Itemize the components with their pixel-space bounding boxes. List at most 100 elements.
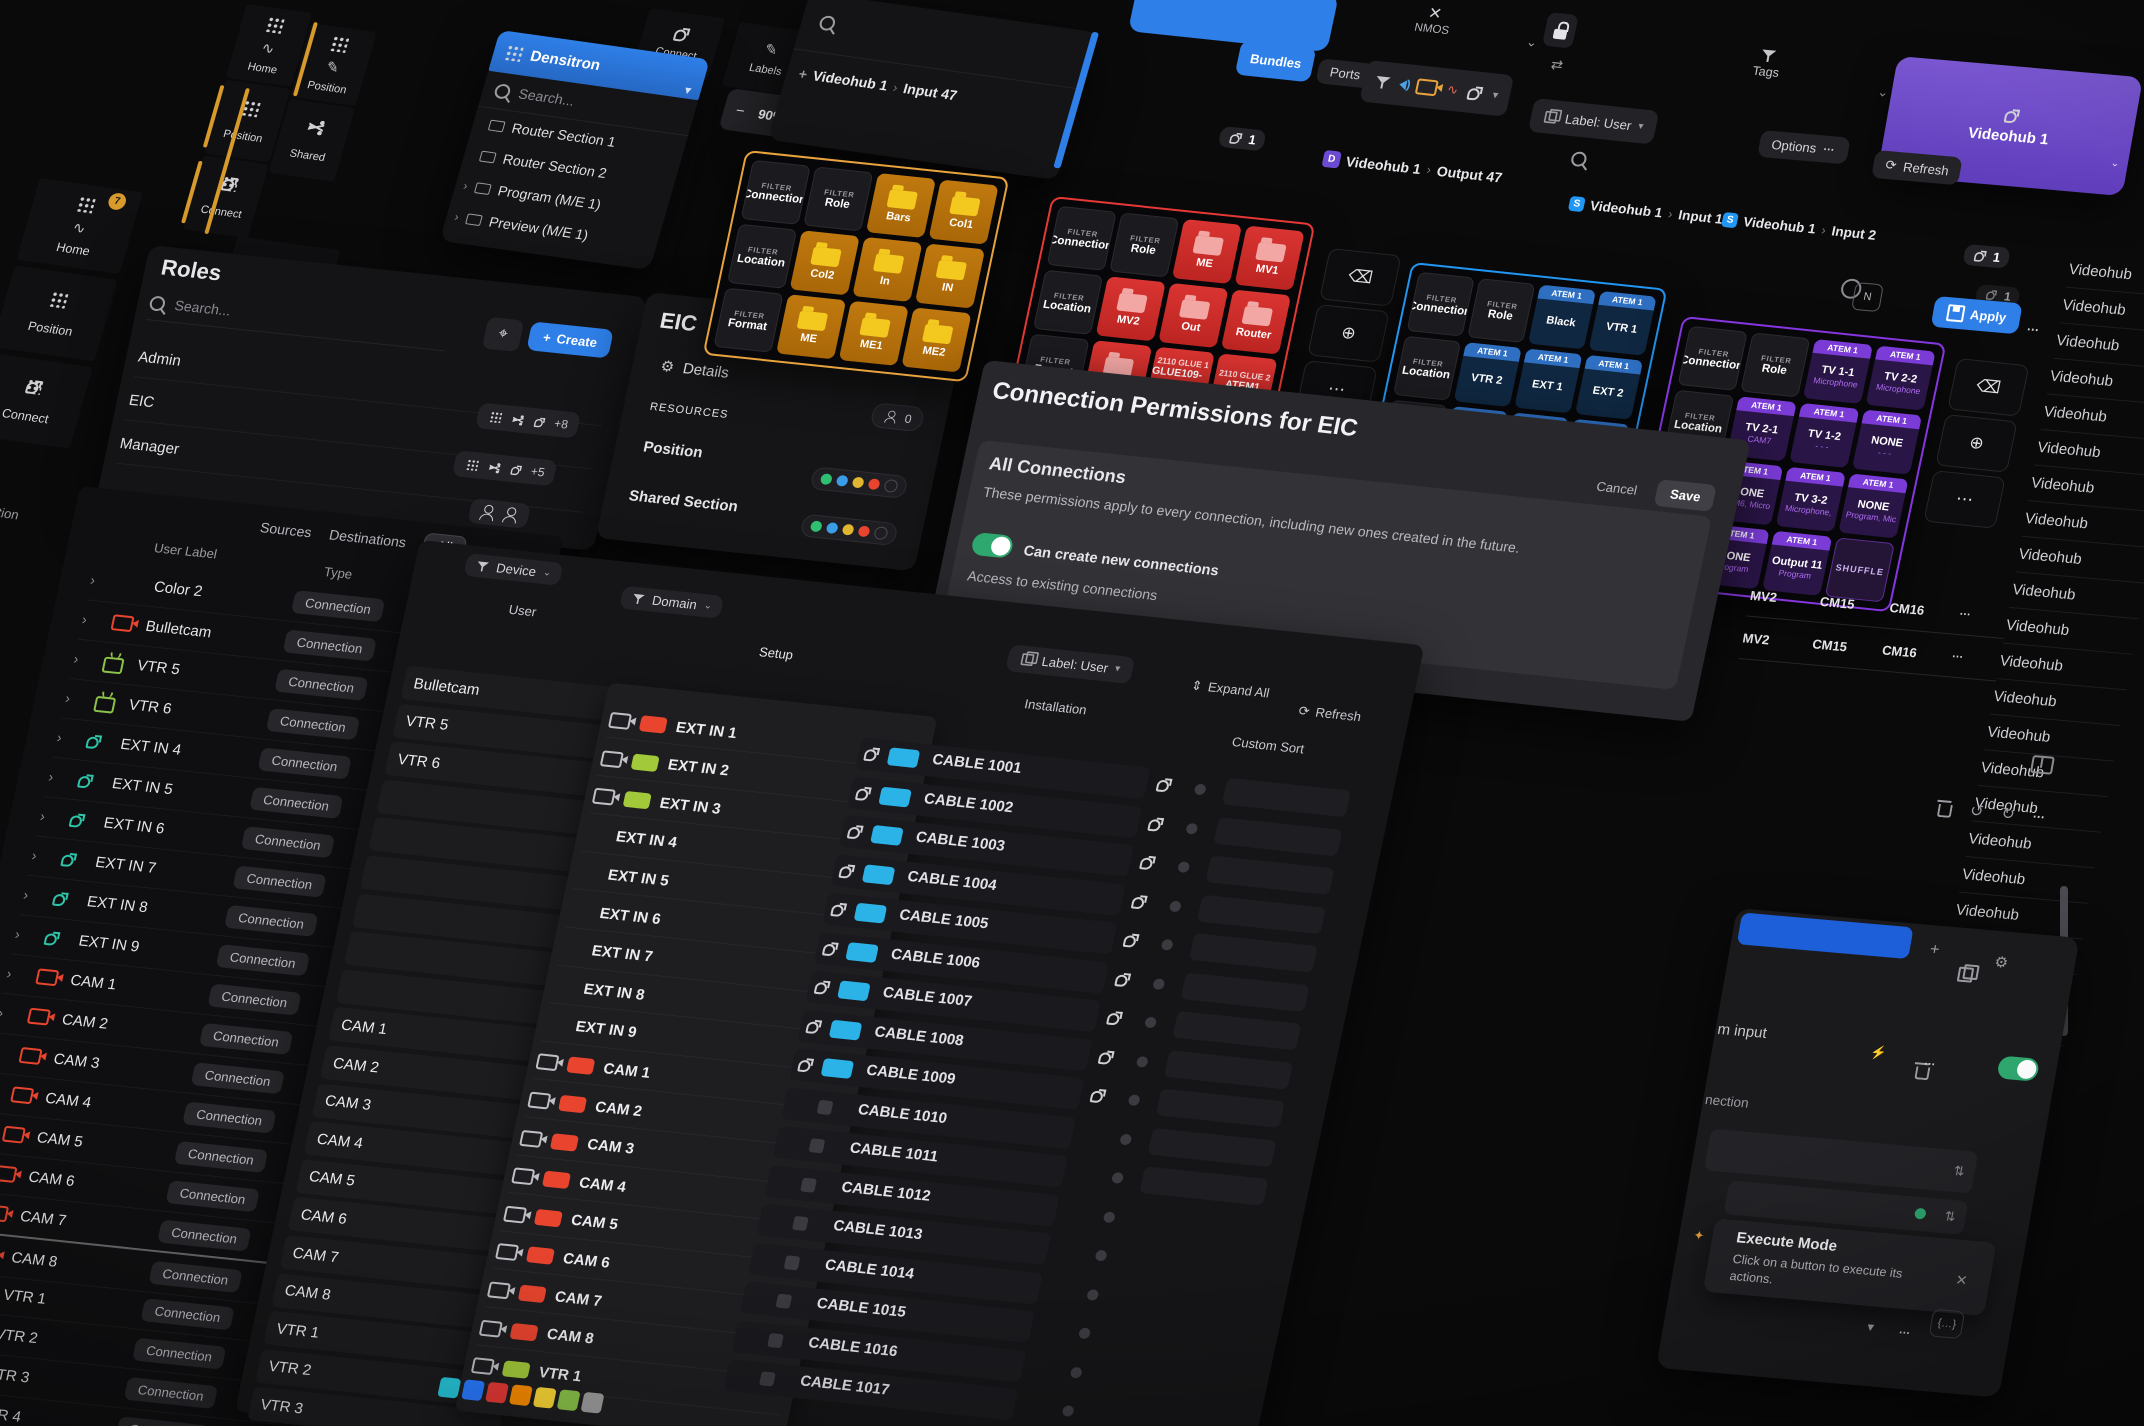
router-button[interactable]: FILTER ATEM 1 TV 1-1 Microphone (1803, 339, 1873, 404)
cyan-chip[interactable] (829, 1019, 863, 1040)
palette-chip[interactable] (485, 1382, 509, 1404)
video-icon[interactable] (1415, 78, 1439, 96)
plus-icon[interactable]: + (797, 66, 810, 83)
color-dots[interactable] (799, 514, 898, 547)
resource-row[interactable]: Shared Section (627, 487, 739, 515)
chevron-right-icon[interactable]: › (47, 768, 80, 787)
router-button[interactable]: FILTER MV1 (1234, 226, 1304, 291)
cyan-chip[interactable] (845, 942, 879, 963)
router-button[interactable]: FILTER ME (776, 294, 846, 359)
breadcrumb-port[interactable]: Output 47 (1435, 162, 1503, 185)
router-button[interactable]: FILTER ATEM 1 TV 1-2 - - - (1789, 403, 1859, 468)
copy-icon[interactable] (1957, 967, 1975, 983)
trash-icon[interactable] (1937, 803, 1953, 817)
breadcrumb-device[interactable]: Videohub 1 (1344, 153, 1422, 177)
create-connections-toggle[interactable] (970, 532, 1015, 559)
router-button[interactable]: FILTER ATEM 1 TV 2-2 Microphone (1865, 346, 1935, 411)
router-button[interactable]: FILTER Connection (1047, 206, 1117, 271)
redo-icon[interactable]: ↻ (2000, 804, 2017, 825)
options-button[interactable]: Options ⋯ (1757, 130, 1850, 164)
lock-button[interactable] (1542, 12, 1579, 49)
refresh-button[interactable]: ⟳Refresh (1297, 703, 1362, 725)
color-chip[interactable] (639, 715, 668, 733)
gear-icon[interactable]: ⚙ (1993, 953, 2010, 972)
matrix-cell[interactable]: CM16 (1888, 600, 1952, 620)
palette-chip[interactable] (437, 1377, 461, 1399)
label-mode-dropdown[interactable]: Label: User ▾ (1005, 644, 1134, 684)
custom-sort-cell[interactable] (1197, 894, 1326, 934)
chevron-right-icon[interactable]: › (39, 808, 72, 827)
router-button[interactable]: FILTER ATEM 1 EXT 2 (1575, 355, 1643, 420)
column-header-user-label[interactable]: User Label (153, 540, 219, 561)
lightning-icon[interactable]: ⚡ (1869, 1044, 1888, 1061)
keypad-key[interactable]: ⊕ (1935, 414, 2017, 473)
router-button[interactable]: FILTER In (852, 237, 922, 302)
router-button[interactable]: FILTER ATEM 1 VTR 1 (1589, 291, 1657, 356)
keypad-key[interactable]: ⊕ (1307, 304, 1389, 363)
palette-chip[interactable] (580, 1392, 604, 1414)
router-button[interactable]: FILTER Role (803, 166, 873, 231)
json-mode-button[interactable]: {…} (1929, 1309, 1966, 1339)
router-button[interactable]: FILTER MV2 (1096, 276, 1166, 341)
chevron-right-icon[interactable]: › (14, 926, 47, 945)
router-button[interactable]: FILTER ME (1172, 219, 1242, 284)
cyan-chip[interactable] (837, 980, 871, 1001)
create-button[interactable]: + Create (526, 321, 614, 358)
chevron-right-icon[interactable]: › (30, 847, 63, 866)
plug-icon[interactable] (1466, 84, 1484, 100)
router-button[interactable]: FILTER Col2 (790, 230, 860, 295)
audio-icon[interactable] (1398, 79, 1407, 90)
undo-icon[interactable]: ↺ (1968, 801, 1985, 822)
more-options-icon[interactable]: ⋯ (2031, 809, 2047, 824)
chevron-right-icon[interactable]: › (22, 886, 55, 905)
more-options-icon[interactable]: ⋯ (1898, 1326, 1913, 1340)
color-chip[interactable] (631, 753, 660, 771)
chevron-down-icon[interactable]: ⌄ (2110, 156, 2121, 170)
chevron-down-icon[interactable]: ⌄ (1876, 84, 1890, 101)
chevron-down-icon[interactable]: ⌄ (1525, 34, 1539, 51)
chevron-right-icon[interactable]: › (64, 690, 97, 709)
tags-block[interactable]: Tags (1751, 46, 1783, 80)
color-dots[interactable] (809, 466, 908, 499)
caret-down-icon[interactable]: ▾ (683, 84, 692, 97)
router-button[interactable]: FILTER Location (1033, 270, 1103, 335)
matrix-cell[interactable]: CM15 (1819, 593, 1883, 613)
router-button[interactable]: FILTER ME2 (901, 307, 971, 372)
cyan-chip[interactable] (870, 825, 904, 846)
custom-sort-cell[interactable] (1139, 1166, 1268, 1206)
router-button[interactable]: FILTER Connection (1407, 272, 1475, 337)
custom-sort-cell[interactable] (1148, 1127, 1277, 1167)
keypad-key[interactable]: ⌫ (1319, 248, 1401, 307)
color-chip[interactable] (526, 1247, 555, 1265)
details-row[interactable]: ⚙ Details (659, 358, 730, 382)
router-button[interactable]: FILTER Bars (866, 173, 936, 238)
swap-icon[interactable]: ⇄ (1549, 56, 1564, 74)
router-button[interactable]: FILTER Out (1158, 283, 1228, 348)
input-link-row[interactable]: S Videohub 1 › Input 2 (1719, 202, 1880, 253)
router-button[interactable]: FILTER Role (1109, 212, 1179, 277)
nfc-icon[interactable]: N (1851, 282, 1884, 312)
label-mode-dropdown[interactable]: Label: User ▾ (1528, 98, 1659, 144)
tab-destinations[interactable]: Destinations (328, 526, 408, 550)
chevron-right-icon[interactable]: › (5, 965, 38, 984)
stepper-icon[interactable]: ⇅ (1952, 1163, 1966, 1180)
router-button[interactable]: FILTER IN (915, 243, 985, 308)
enabled-toggle[interactable] (1996, 1056, 2040, 1082)
sidebar-item[interactable]: 7 ∿ Home (17, 178, 143, 274)
color-chip[interactable] (534, 1209, 563, 1227)
router-button[interactable]: FILTER Connection (741, 160, 811, 225)
tab-bundles[interactable]: Bundles (1235, 40, 1317, 82)
chevron-right-icon[interactable]: › (81, 611, 114, 630)
chevron-right-icon[interactable]: › (0, 1005, 30, 1024)
router-button[interactable]: FILTER Format (713, 288, 783, 353)
custom-sort-cell[interactable] (1172, 1011, 1301, 1051)
signal-icon[interactable]: ∿ (1445, 82, 1459, 99)
breadcrumb-device[interactable]: Videohub 1 (811, 67, 890, 93)
router-button[interactable]: FILTER ATEM 1 Black (1528, 285, 1596, 350)
palette-chip[interactable] (533, 1387, 557, 1409)
cyan-chip[interactable] (854, 903, 888, 924)
color-chip[interactable] (502, 1361, 531, 1379)
matrix-cell[interactable]: CM15 (1811, 636, 1875, 656)
palette-chip[interactable] (461, 1379, 485, 1401)
chevron-right-icon[interactable]: › (55, 729, 88, 748)
